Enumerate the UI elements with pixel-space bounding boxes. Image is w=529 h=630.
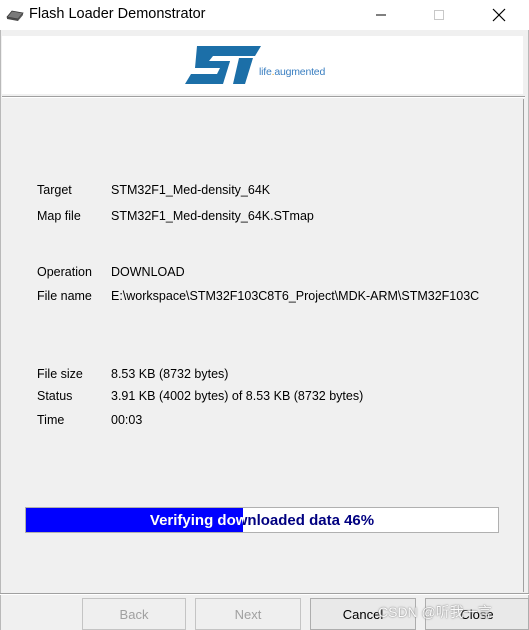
filesize-label: File size [37, 367, 83, 381]
filename-label: File name [37, 289, 92, 303]
maximize-icon [434, 10, 444, 20]
tagline-part1: life [259, 66, 272, 78]
filesize-value: 8.53 KB (8732 bytes) [111, 367, 229, 381]
status-label: Status [37, 389, 73, 403]
title-bar[interactable]: Flash Loader Demonstrator [0, 0, 529, 30]
tagline: life.augmented [259, 66, 325, 78]
progress-text-overlay: Verifying downloaded data 46% [26, 508, 243, 532]
operation-value: DOWNLOAD [111, 265, 185, 279]
close-icon [492, 8, 506, 22]
filename-value: E:\workspace\STM32F103C8T6_Project\MDK-A… [111, 289, 480, 303]
tagline-part2: augmented [274, 66, 326, 78]
close-window-button[interactable] [476, 0, 522, 30]
target-label: Target [37, 183, 72, 197]
chip-icon [6, 10, 24, 21]
time-value: 00:03 [111, 413, 143, 427]
status-value: 3.91 KB (4002 bytes) of 8.53 KB (8732 by… [111, 389, 364, 403]
minimize-icon [376, 14, 386, 16]
back-button[interactable]: Back [82, 598, 186, 630]
banner-separator [2, 96, 525, 98]
maximize-button[interactable] [416, 0, 462, 30]
time-label: Time [37, 413, 65, 427]
progress-bar: Verifying downloaded data 46% Verifying … [25, 507, 499, 533]
minimize-button[interactable] [358, 0, 404, 30]
progress-text-inverted: Verifying downloaded data 46% [149, 511, 243, 529]
st-logo-icon [185, 46, 261, 84]
operation-label: Operation [37, 265, 92, 279]
target-value: STM32F1_Med-density_64K [111, 183, 271, 197]
mapfile-value: STM32F1_Med-density_64K.STmap [111, 209, 314, 223]
watermark: CSDN @听我一言 [378, 604, 492, 620]
mapfile-label: Map file [37, 209, 81, 223]
next-button[interactable]: Next [195, 598, 301, 630]
footer-separator [0, 593, 529, 595]
window-title: Flash Loader Demonstrator [29, 6, 206, 22]
